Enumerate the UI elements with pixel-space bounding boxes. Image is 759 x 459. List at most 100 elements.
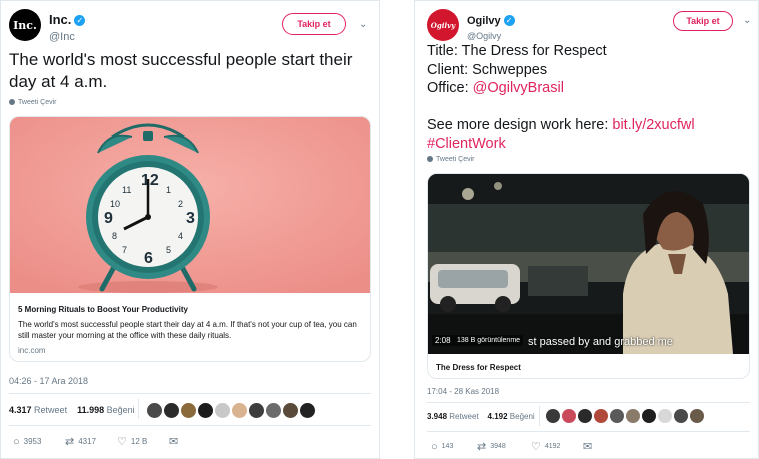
translate-label: Tweeti Çevir — [18, 99, 57, 106]
svg-text:12: 12 — [141, 172, 159, 189]
card-image: 12 3 6 9 1 2 4 5 7 8 10 11 — [10, 117, 370, 293]
svg-text:6: 6 — [144, 250, 153, 267]
mention-link[interactable]: @OgilvyBrasil — [473, 80, 564, 96]
avatar[interactable] — [147, 403, 162, 418]
card-domain: inc.com — [18, 346, 46, 355]
like-button[interactable]: ♡ 4192 — [531, 440, 583, 453]
avatar[interactable] — [232, 403, 247, 418]
svg-text:1: 1 — [166, 185, 171, 195]
more-prefix: See more design work here: — [427, 117, 613, 133]
avatar[interactable] — [198, 403, 213, 418]
reply-button[interactable]: ○ 3953 — [13, 435, 65, 448]
avatar[interactable] — [690, 409, 704, 423]
timestamp[interactable]: 17:04 - 28 Kas 2018 — [427, 387, 499, 396]
author-names[interactable]: Ogilvy ✓ @Ogilvy — [467, 11, 515, 41]
avatar[interactable] — [562, 409, 576, 423]
message-icon: ✉ — [583, 441, 593, 453]
tweet-text: The world's most successful people start… — [9, 50, 353, 91]
like-button[interactable]: ♡ 12 B — [117, 435, 169, 448]
like-icon: ♡ — [531, 441, 541, 453]
tweet-inc: Inc. Inc. ✓ @Inc Takip et ⌄ The world's m… — [0, 0, 380, 459]
avatar[interactable] — [546, 409, 560, 423]
avatar[interactable] — [215, 403, 230, 418]
svg-text:7: 7 — [122, 245, 127, 255]
action-bar: ○ 3953 ⇄ 4317 ♡ 12 B ✉ — [13, 435, 182, 449]
avatar[interactable] — [249, 403, 264, 418]
tweet-text: Title: The Dress for Respect Client: Sch… — [427, 42, 752, 153]
avatar[interactable] — [610, 409, 624, 423]
video-card[interactable]: 2:08 138 B görüntülenme st passed by and… — [427, 173, 750, 379]
video-player[interactable]: 2:08 138 B görüntülenme st passed by and… — [428, 174, 749, 354]
video-subtitle: st passed by and grabbed me — [528, 336, 673, 348]
author-names[interactable]: Inc. ✓ @Inc — [49, 11, 86, 43]
svg-text:11: 11 — [122, 185, 131, 195]
avatar[interactable] — [642, 409, 656, 423]
avatar[interactable] — [658, 409, 672, 423]
reply-icon: ○ — [13, 435, 20, 448]
follow-button[interactable]: Takip et — [673, 11, 733, 31]
translate-link[interactable]: Tweeti Çevir — [427, 156, 475, 163]
avatar[interactable] — [164, 403, 179, 418]
avatar[interactable] — [674, 409, 688, 423]
video-duration: 2:08 — [432, 335, 454, 346]
retweet-action-count: 4317 — [78, 437, 97, 446]
office-prefix: Office: — [427, 80, 473, 96]
like-count[interactable]: 4.192 Beğeni — [488, 412, 535, 421]
retweet-button[interactable]: ⇄ 3948 — [477, 440, 531, 453]
avatar[interactable] — [266, 403, 281, 418]
follow-button[interactable]: Takip et — [282, 13, 346, 35]
avatar[interactable]: Ogilvy — [427, 9, 459, 41]
url-link[interactable]: bit.ly/2xucfwl — [612, 117, 694, 133]
retweet-icon: ⇄ — [65, 436, 75, 448]
tweet-ogilvy: Ogilvy Ogilvy ✓ @Ogilvy Takip et ⌄ Title:… — [414, 0, 759, 459]
verified-badge-icon: ✓ — [503, 15, 515, 26]
avatar[interactable] — [594, 409, 608, 423]
card-title: 5 Morning Rituals to Boost Your Producti… — [18, 305, 188, 314]
retweet-count[interactable]: 4.317 Retweet — [9, 405, 67, 415]
video-views: 138 B görüntülenme — [454, 335, 524, 346]
chevron-down-icon[interactable]: ⌄ — [359, 19, 367, 30]
display-name[interactable]: Inc. — [49, 12, 71, 27]
timestamp[interactable]: 04:26 - 17 Ara 2018 — [9, 376, 88, 386]
action-bar: ○ 143 ⇄ 3948 ♡ 4192 ✉ — [431, 440, 596, 454]
handle[interactable]: @Inc — [49, 31, 85, 43]
translate-label: Tweeti Çevir — [436, 156, 475, 163]
divider — [427, 431, 750, 432]
liker-avatars — [546, 409, 704, 423]
engagement-stats: 3.948 Retweet 4.192 Beğeni — [427, 412, 535, 421]
retweet-count[interactable]: 3.948 Retweet — [427, 412, 479, 421]
svg-text:8: 8 — [112, 231, 117, 241]
like-icon: ♡ — [117, 436, 127, 448]
like-count[interactable]: 11.998 Beğeni — [77, 405, 135, 415]
tweet-line-hashtag: #ClientWork — [427, 135, 752, 154]
reply-button[interactable]: ○ 143 — [431, 440, 477, 453]
avatar[interactable] — [181, 403, 196, 418]
svg-text:9: 9 — [104, 210, 113, 227]
divider — [9, 393, 371, 394]
stats-separator — [539, 406, 540, 426]
display-name[interactable]: Ogilvy — [467, 15, 501, 27]
svg-text:2: 2 — [178, 199, 183, 209]
hashtag-link[interactable]: #ClientWork — [427, 136, 506, 152]
chevron-down-icon[interactable]: ⌄ — [743, 15, 751, 26]
retweet-action-count: 3948 — [490, 443, 506, 450]
avatar[interactable] — [300, 403, 315, 418]
tweet-line-office: Office: @OgilvyBrasil — [427, 79, 752, 98]
avatar[interactable] — [578, 409, 592, 423]
globe-icon — [427, 156, 433, 162]
link-card[interactable]: 12 3 6 9 1 2 4 5 7 8 10 11 5 Morning Rit… — [9, 116, 371, 362]
card-description: The world's most successful people start… — [18, 320, 357, 340]
message-button[interactable]: ✉ — [169, 435, 182, 448]
like-action-count: 12 B — [130, 437, 148, 446]
message-button[interactable]: ✉ — [583, 440, 596, 453]
video-title: The Dress for Respect — [436, 363, 521, 372]
avatar[interactable] — [283, 403, 298, 418]
handle[interactable]: @Ogilvy — [467, 31, 515, 41]
avatar[interactable]: Inc. — [9, 9, 41, 41]
translate-link[interactable]: Tweeti Çevir — [9, 99, 57, 106]
globe-icon — [9, 99, 15, 105]
reply-icon: ○ — [431, 440, 438, 453]
tweet-header: Inc. Inc. ✓ @Inc Takip et ⌄ — [9, 9, 371, 43]
avatar[interactable] — [626, 409, 640, 423]
retweet-button[interactable]: ⇄ 4317 — [65, 435, 117, 448]
